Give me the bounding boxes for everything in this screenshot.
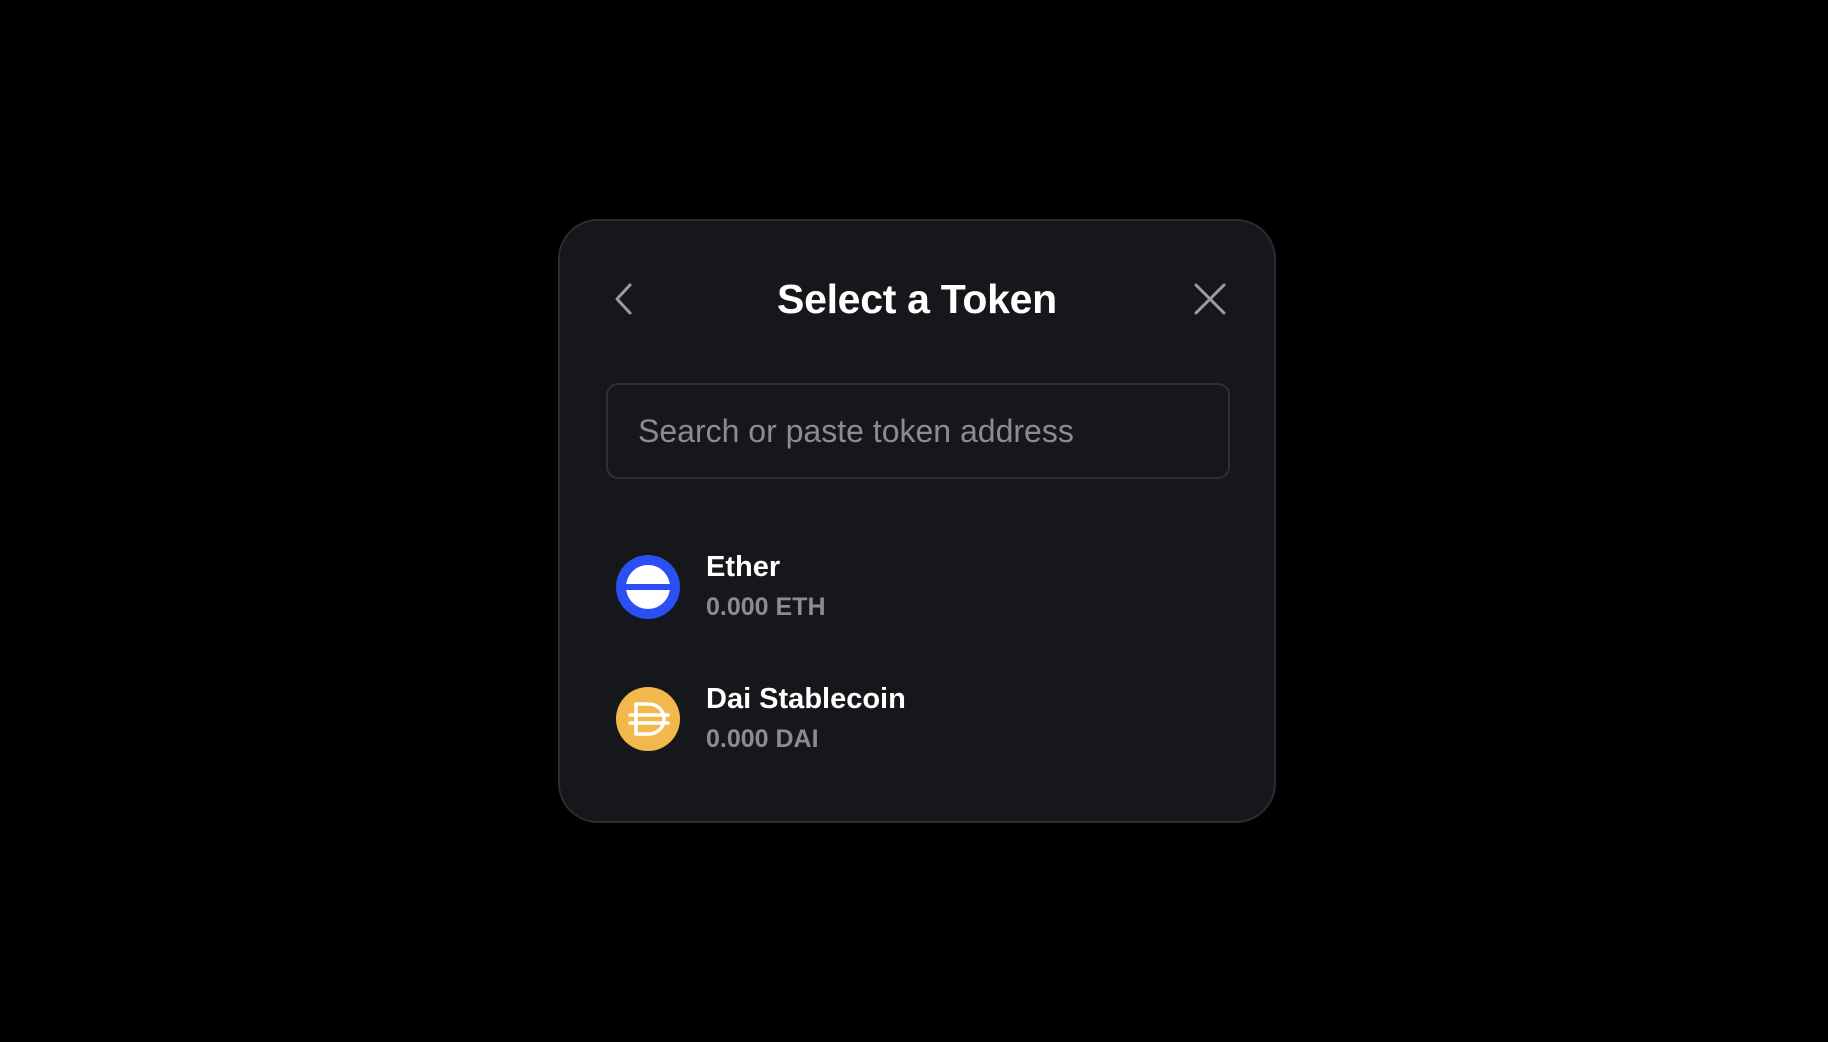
close-icon: [1194, 283, 1226, 315]
ether-logo-icon: [616, 555, 680, 619]
token-name: Dai Stablecoin: [706, 683, 906, 715]
dai-logo-icon: [616, 687, 680, 751]
close-button[interactable]: [1186, 275, 1234, 323]
token-list: Ether 0.000 ETH Dai Stablecoin 0.000 DAI: [606, 537, 1230, 801]
select-token-modal: Select a Token Ether 0.000 ETH: [558, 219, 1276, 823]
token-name: Ether: [706, 551, 781, 583]
modal-header: Select a Token: [560, 269, 1274, 329]
token-search-input[interactable]: [606, 383, 1230, 479]
token-balance: 0.000 ETH: [706, 593, 826, 621]
token-row-ether[interactable]: Ether 0.000 ETH: [606, 537, 1230, 669]
modal-title: Select a Token: [777, 276, 1057, 322]
token-balance: 0.000 DAI: [706, 725, 819, 753]
token-row-dai[interactable]: Dai Stablecoin 0.000 DAI: [606, 669, 1230, 801]
